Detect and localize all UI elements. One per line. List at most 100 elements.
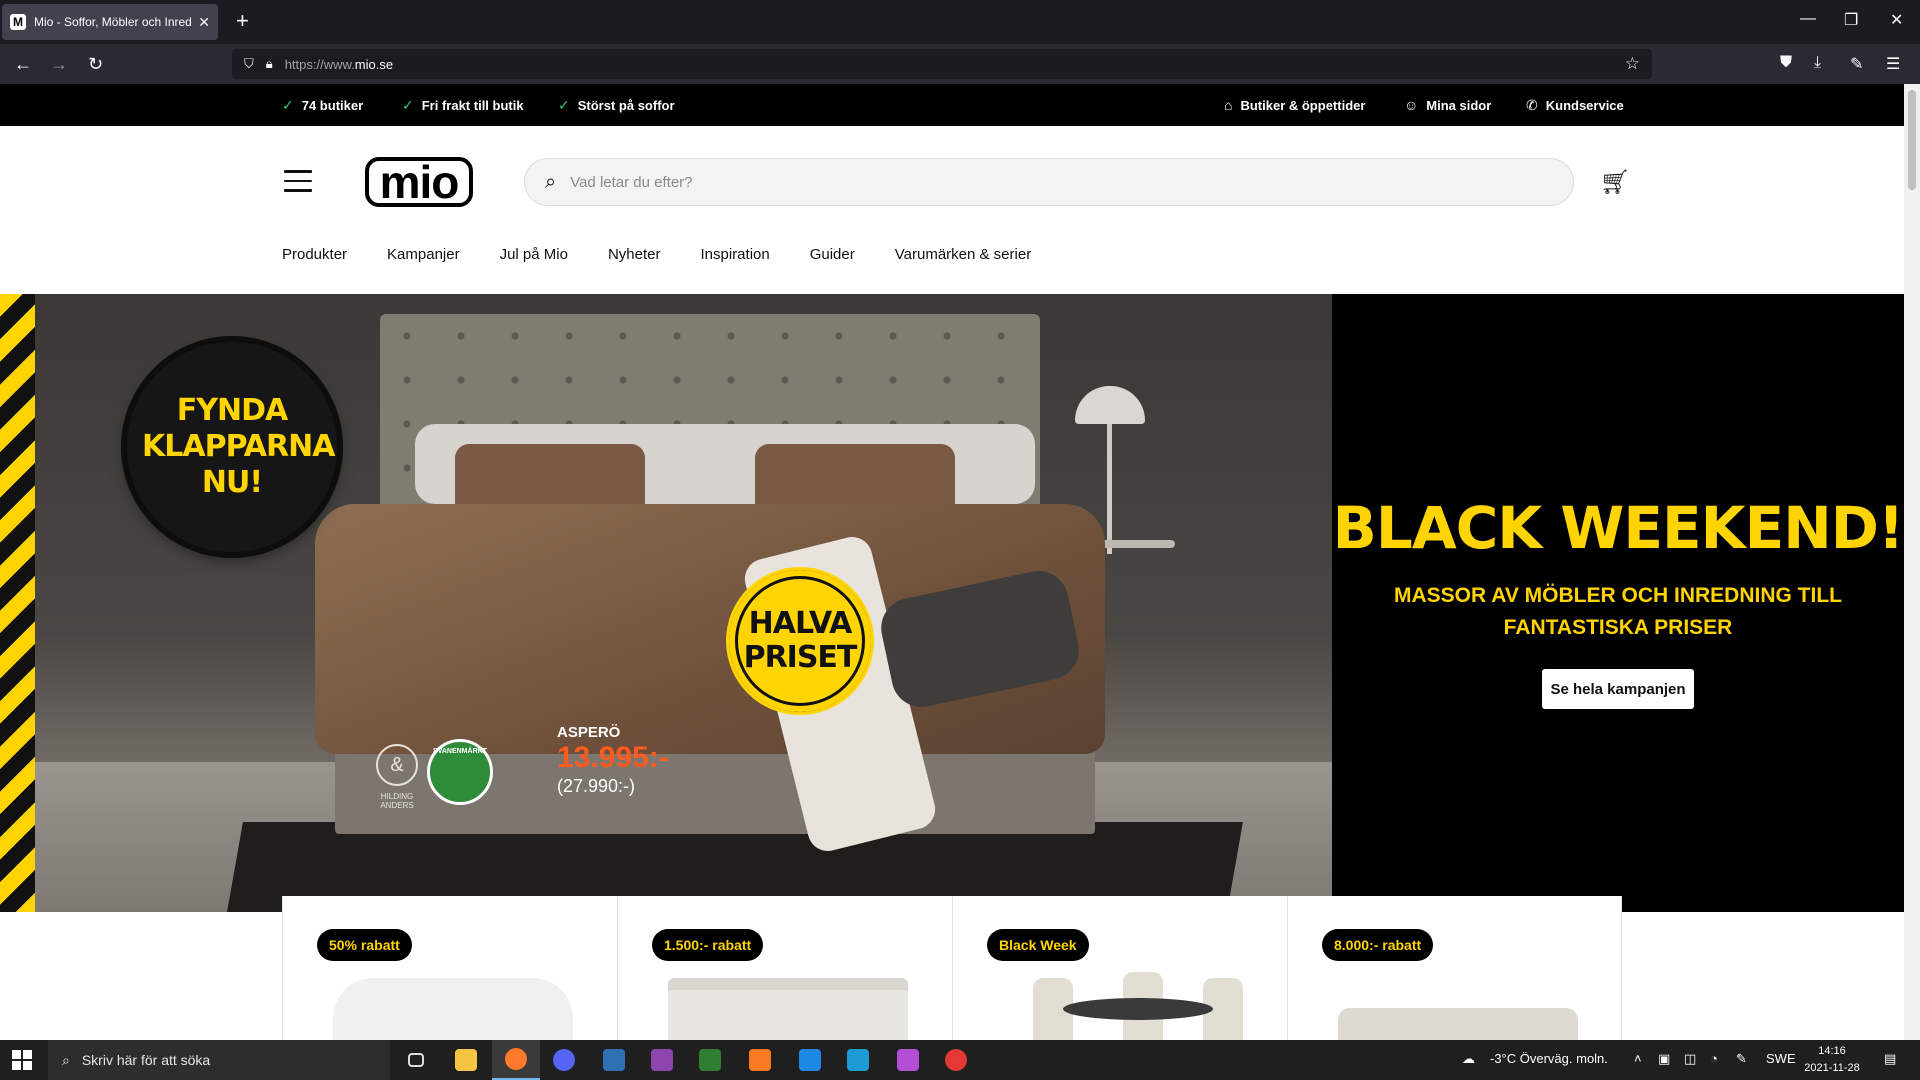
task-view-icon[interactable]	[392, 1040, 440, 1080]
search-bar[interactable]: ⌕	[524, 158, 1574, 206]
notifications-icon[interactable]: ▤	[1884, 1051, 1896, 1067]
customer-service-link[interactable]: ✆ Kundservice	[1526, 97, 1624, 114]
scroll-thumb[interactable]	[1908, 90, 1916, 190]
product-old-price: (27.990:-)	[557, 776, 636, 796]
nav-item-news[interactable]: Nyheter	[608, 246, 661, 263]
customer-service-label: Kundservice	[1545, 98, 1624, 113]
stores-link[interactable]: ⌂ Butiker & öppettider	[1224, 97, 1365, 113]
usp-strip: ✓ 74 butiker ✓ Fri frakt till butik ✓ St…	[0, 84, 1904, 126]
stores-link-label: Butiker & öppettider	[1240, 97, 1366, 113]
affinity-photo-icon[interactable]	[884, 1040, 932, 1080]
user-icon: ☺	[1404, 97, 1419, 113]
calculator-icon[interactable]	[590, 1040, 638, 1080]
discount-badge: 50% rabatt	[317, 929, 412, 961]
extensions-icon[interactable]: ✎	[1850, 54, 1863, 74]
firefox-icon[interactable]	[492, 1040, 540, 1080]
weather-icon[interactable]: ☁	[1462, 1051, 1475, 1067]
search-input[interactable]	[570, 173, 1471, 191]
cart-icon[interactable]: 🛒︎	[1600, 168, 1630, 197]
browser-tab[interactable]: M Mio - Soffor, Möbler och Inredning ✕	[2, 4, 218, 40]
nav-item-products[interactable]: Produkter	[282, 246, 347, 263]
lock-icon[interactable]: 🔒︎	[266, 56, 273, 72]
hero-banner[interactable]: FYNDA KLAPPARNA NU! HALVA PRISET & HILDI…	[0, 294, 1904, 912]
pocket-icon[interactable]: ⛊	[1780, 54, 1792, 72]
vscode-icon[interactable]	[786, 1040, 834, 1080]
address-bar[interactable]: ⛉ 🔒︎ https://www. mio.se ☆	[232, 49, 1652, 79]
discord-icon[interactable]	[540, 1040, 588, 1080]
product-card[interactable]: 50% rabatt	[282, 896, 617, 1040]
usp-free-shipping: ✓ Fri frakt till butik	[402, 97, 524, 114]
affinity-designer-icon[interactable]	[834, 1040, 882, 1080]
usp-label: 74 butiker	[301, 98, 364, 113]
bookmark-star-icon[interactable]: ☆	[1625, 54, 1640, 74]
back-icon[interactable]: ←	[14, 53, 32, 75]
see-campaign-button[interactable]: Se hela kampanjen	[1542, 669, 1694, 709]
nav-item-christmas[interactable]: Jul på Mio	[500, 246, 568, 263]
nav-item-brands[interactable]: Varumärken & serier	[895, 246, 1031, 263]
discount-badge: 8.000:- rabatt	[1322, 929, 1434, 961]
url-protocol: https://www.	[284, 56, 355, 72]
my-pages-link[interactable]: ☺ Mina sidor	[1404, 97, 1491, 113]
browser-navbar: ← → ↻ ⛉ 🔒︎ https://www. mio.se ☆ ⛊ ⤓ ✎ ☰	[0, 44, 1920, 84]
tray-camera-icon[interactable]: ◫	[1684, 1051, 1696, 1067]
search-icon: ⌕	[62, 1051, 70, 1068]
browser-tabbar: M Mio - Soffor, Möbler och Inredning ✕ +…	[0, 0, 1920, 44]
visual-studio-icon[interactable]	[638, 1040, 686, 1080]
menu-icon[interactable]	[284, 170, 312, 192]
mio-favicon-icon: M	[10, 14, 26, 30]
product-name: ASPERÖ	[557, 724, 621, 741]
language-indicator[interactable]: SWE	[1766, 1051, 1796, 1066]
network-icon[interactable]: ◔	[1710, 1051, 1718, 1066]
check-icon: ✓	[558, 97, 570, 113]
terminal-icon[interactable]	[686, 1040, 734, 1080]
xampp-icon[interactable]	[736, 1040, 784, 1080]
store-icon: ⌂	[1224, 97, 1233, 113]
hero-bed-photo[interactable]: FYNDA KLAPPARNA NU! HALVA PRISET & HILDI…	[35, 294, 1332, 912]
forward-icon[interactable]: →	[50, 53, 68, 75]
product-price: 13.995:-	[557, 741, 669, 774]
tab-close-icon[interactable]: ✕	[198, 14, 210, 31]
nav-item-campaigns[interactable]: Kampanjer	[387, 246, 460, 263]
new-tab-icon[interactable]: +	[236, 9, 249, 33]
lamp-pole	[1107, 424, 1112, 554]
restore-icon[interactable]: ❐	[1844, 10, 1858, 30]
minimize-icon[interactable]: —	[1800, 10, 1816, 28]
usp-label: Störst på soffor	[577, 98, 675, 113]
downloads-icon[interactable]: ⤓	[1814, 54, 1821, 72]
nav-item-inspiration[interactable]: Inspiration	[701, 246, 770, 263]
sofa-image[interactable]	[1338, 1008, 1578, 1040]
taskbar-search[interactable]: ⌕ Skriv här för att söka	[48, 1040, 390, 1080]
windows-start-icon[interactable]	[12, 1050, 32, 1070]
dining-set-image[interactable]	[1003, 972, 1243, 1040]
reload-icon[interactable]: ↻	[88, 53, 103, 75]
weather-text[interactable]: -3°C Överväg. moln.	[1490, 1051, 1608, 1066]
tray-pen-icon[interactable]: ✎	[1736, 1051, 1747, 1067]
tray-chevron-icon[interactable]: ˄	[1634, 1051, 1642, 1066]
swan-ecolabel-icon: SVANENMÄRKT	[427, 739, 493, 805]
dining-table	[1063, 998, 1213, 1020]
product-card[interactable]: Black Week	[952, 896, 1287, 1040]
bed-image[interactable]	[668, 978, 908, 1040]
close-window-icon[interactable]: ✕	[1890, 10, 1903, 30]
product-card[interactable]: 1.500:- rabatt	[617, 896, 952, 1040]
hazard-stripes	[0, 294, 35, 912]
my-pages-label: Mina sidor	[1426, 97, 1492, 113]
shield-icon[interactable]: ⛉	[244, 56, 254, 72]
file-explorer-icon[interactable]	[442, 1040, 490, 1080]
url-host: mio.se	[354, 56, 394, 72]
mio-logo[interactable]: mio	[365, 157, 473, 207]
chrome-icon[interactable]	[932, 1040, 980, 1080]
mattress-image[interactable]	[333, 978, 573, 1040]
search-icon[interactable]: ⌕	[545, 171, 556, 194]
main-nav: Produkter Kampanjer Jul på Mio Nyheter I…	[282, 246, 1071, 263]
product-card[interactable]: 8.000:- rabatt	[1287, 896, 1622, 1040]
app-menu-icon[interactable]: ☰	[1886, 54, 1900, 74]
page-scrollbar[interactable]	[1904, 84, 1920, 1040]
tray-app-icon[interactable]: ▣	[1658, 1051, 1670, 1067]
cert2-label: SVANENMÄRKT	[433, 748, 487, 755]
nav-item-guides[interactable]: Guider	[810, 246, 855, 263]
phone-icon: ✆	[1526, 97, 1538, 113]
taskbar-search-placeholder: Skriv här för att söka	[81, 1052, 211, 1068]
taskbar-clock[interactable]: 14:16 2021-11-28	[1796, 1043, 1868, 1077]
clock-time: 14:16	[1818, 1045, 1846, 1057]
